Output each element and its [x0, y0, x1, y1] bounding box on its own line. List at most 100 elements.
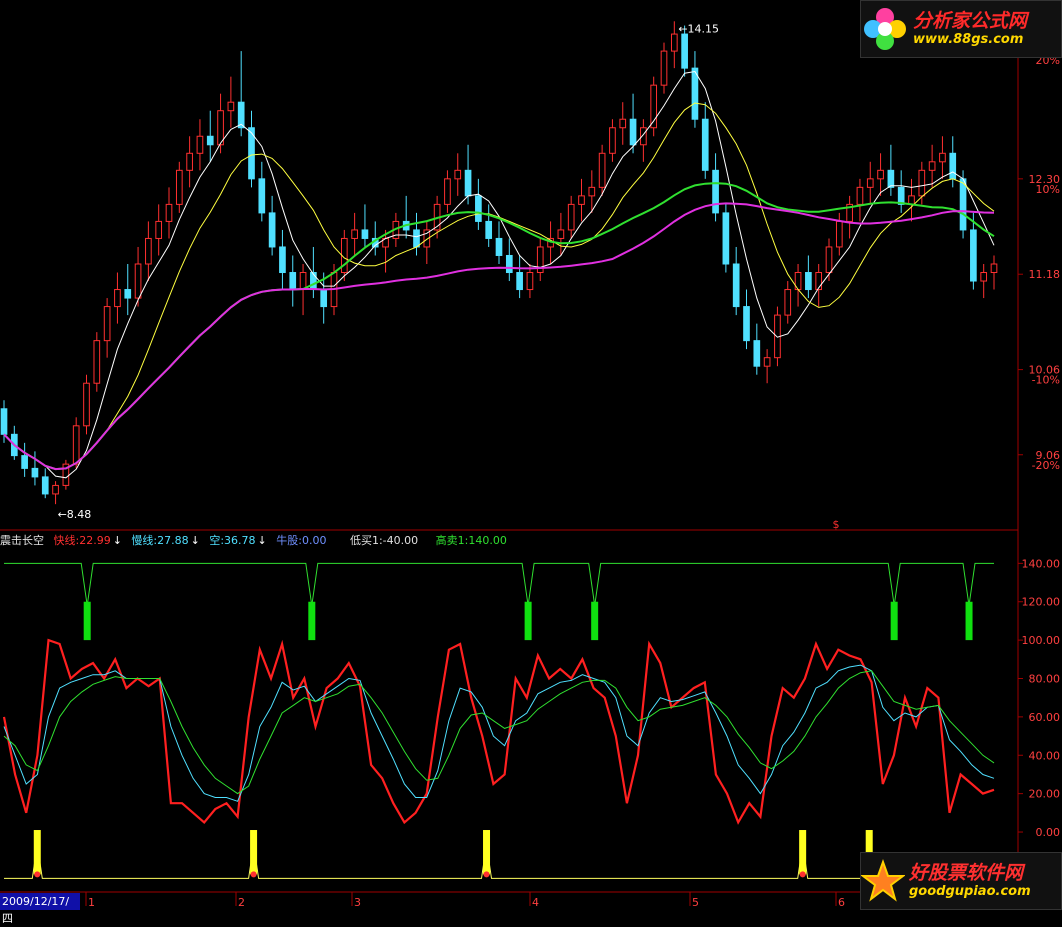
candle-body — [598, 152, 606, 188]
current-date-label: 2009/12/17/四 — [0, 893, 80, 925]
legend-kong: 空:36.78 ↓ — [209, 534, 267, 547]
legend-gaomai: 高卖1:140.00 — [435, 534, 507, 547]
candle-body — [103, 306, 111, 342]
candle-body — [805, 272, 812, 291]
sell-signal-bar — [591, 601, 599, 641]
indicator-tick-label: 140.00 — [1022, 557, 1061, 570]
dollar-marker: $ — [833, 518, 840, 531]
indicator-axis: 140.00 120.00 100.00 80.00 60.00 40.00 20.00 0.… — [1018, 557, 1060, 877]
candle-body — [567, 203, 575, 231]
x-axis-label: 3 — [354, 896, 361, 909]
candle-body — [732, 263, 740, 308]
candle-body — [41, 476, 49, 495]
candle-body — [444, 178, 451, 205]
price-tick-label: 11.18 — [1029, 268, 1061, 281]
candle-body — [351, 229, 358, 239]
x-axis-label: 4 — [532, 896, 539, 909]
gaomai-line — [4, 562, 994, 606]
logo-top-url: www.88gs.com — [913, 32, 1024, 47]
indicator-tick-label: 40.00 — [1029, 749, 1061, 762]
candle-body — [93, 340, 101, 384]
candle-body — [763, 357, 771, 367]
buy-signal-dot — [483, 871, 490, 878]
logo-bottom-title: 好股票软件网 — [909, 862, 1024, 884]
candle-body — [928, 161, 936, 171]
candle-body — [856, 186, 864, 205]
candle-body — [279, 246, 286, 274]
buy-signal-bar — [33, 830, 41, 875]
candle-body — [939, 152, 946, 163]
star-icon — [861, 859, 905, 902]
candle-body — [505, 254, 513, 274]
candle-body — [31, 467, 39, 478]
x-axis-label: 6 — [838, 896, 845, 909]
dimai-line — [4, 844, 994, 879]
sell-signal-bar — [890, 601, 898, 641]
buy-signal-markers — [4, 830, 994, 879]
candle-body — [753, 340, 761, 367]
candle-body — [495, 237, 503, 256]
price-axis: 12.3011.1810.069.0620%10%-10%-20% — [1018, 54, 1060, 472]
percent-tick-label: -20% — [1032, 459, 1060, 472]
sell-signal-bar — [524, 601, 532, 641]
candle-body — [835, 220, 843, 248]
x-axis-label: 5 — [692, 896, 699, 909]
candle-body — [825, 246, 833, 274]
candle-body — [609, 127, 616, 154]
candle-body — [660, 50, 668, 86]
candle-body — [877, 169, 884, 180]
candle-body — [990, 263, 998, 274]
price-panel-grid — [0, 0, 1019, 893]
candle-body — [701, 118, 709, 171]
percent-tick-label: -10% — [1032, 374, 1060, 387]
candle-body — [557, 229, 565, 239]
sell-signal-bar — [83, 601, 91, 641]
chart-stage: 12.3011.1810.069.0620%10%-10%-20% ←14.15… — [0, 0, 1060, 909]
candle-body — [165, 203, 173, 222]
indicator-tick-label: 120.00 — [1022, 596, 1061, 609]
percent-tick-label: 10% — [1036, 183, 1060, 196]
indicator-lines — [2, 638, 995, 825]
logo-bottom-url: goodgupiao.com — [909, 884, 1031, 899]
candle-body — [155, 220, 163, 239]
candle-body — [227, 101, 235, 112]
candle-body — [145, 237, 152, 265]
candle-body — [310, 272, 317, 291]
candle-body — [866, 178, 874, 188]
candle-body — [485, 220, 493, 239]
ma10-line — [3, 102, 995, 470]
candle-body — [516, 272, 523, 291]
candle-body — [21, 455, 28, 469]
low-price-label: ←8.48 — [58, 508, 92, 521]
buy-signal-bar — [250, 830, 258, 875]
candle-body — [206, 135, 214, 146]
candlestick-series — [0, 21, 998, 505]
x-axis-label: 2 — [238, 896, 245, 909]
candle-body — [320, 289, 328, 308]
legend-title: 震击长空 — [0, 534, 44, 547]
candle-body — [0, 408, 8, 435]
candle-body — [897, 186, 905, 205]
candle-body — [887, 169, 895, 188]
candle-body — [918, 169, 926, 197]
indicator-line-1 — [3, 664, 995, 802]
candle-body — [454, 169, 462, 180]
indicator-tick-label: 0.00 — [1036, 826, 1061, 839]
candle-body — [722, 212, 730, 265]
buy-signal-bar — [799, 830, 807, 875]
candle-body — [196, 135, 204, 154]
buy-signal-dot — [799, 871, 806, 878]
candle-body — [980, 272, 988, 282]
candle-body — [970, 229, 977, 282]
candle-body — [114, 289, 121, 308]
indicator-tick-label: 100.00 — [1022, 634, 1061, 647]
candle-body — [134, 263, 142, 299]
sell-signal-line — [4, 562, 994, 641]
high-price-label: ←14.15 — [678, 22, 719, 35]
logo-goodgupiao: 好股票软件网 goodgupiao.com — [860, 852, 1062, 910]
buy-signal-bar — [483, 830, 491, 875]
ma5-line — [3, 70, 995, 479]
sell-signal-bar — [308, 601, 316, 641]
moving-average-lines — [3, 70, 995, 479]
candle-body — [464, 169, 472, 197]
